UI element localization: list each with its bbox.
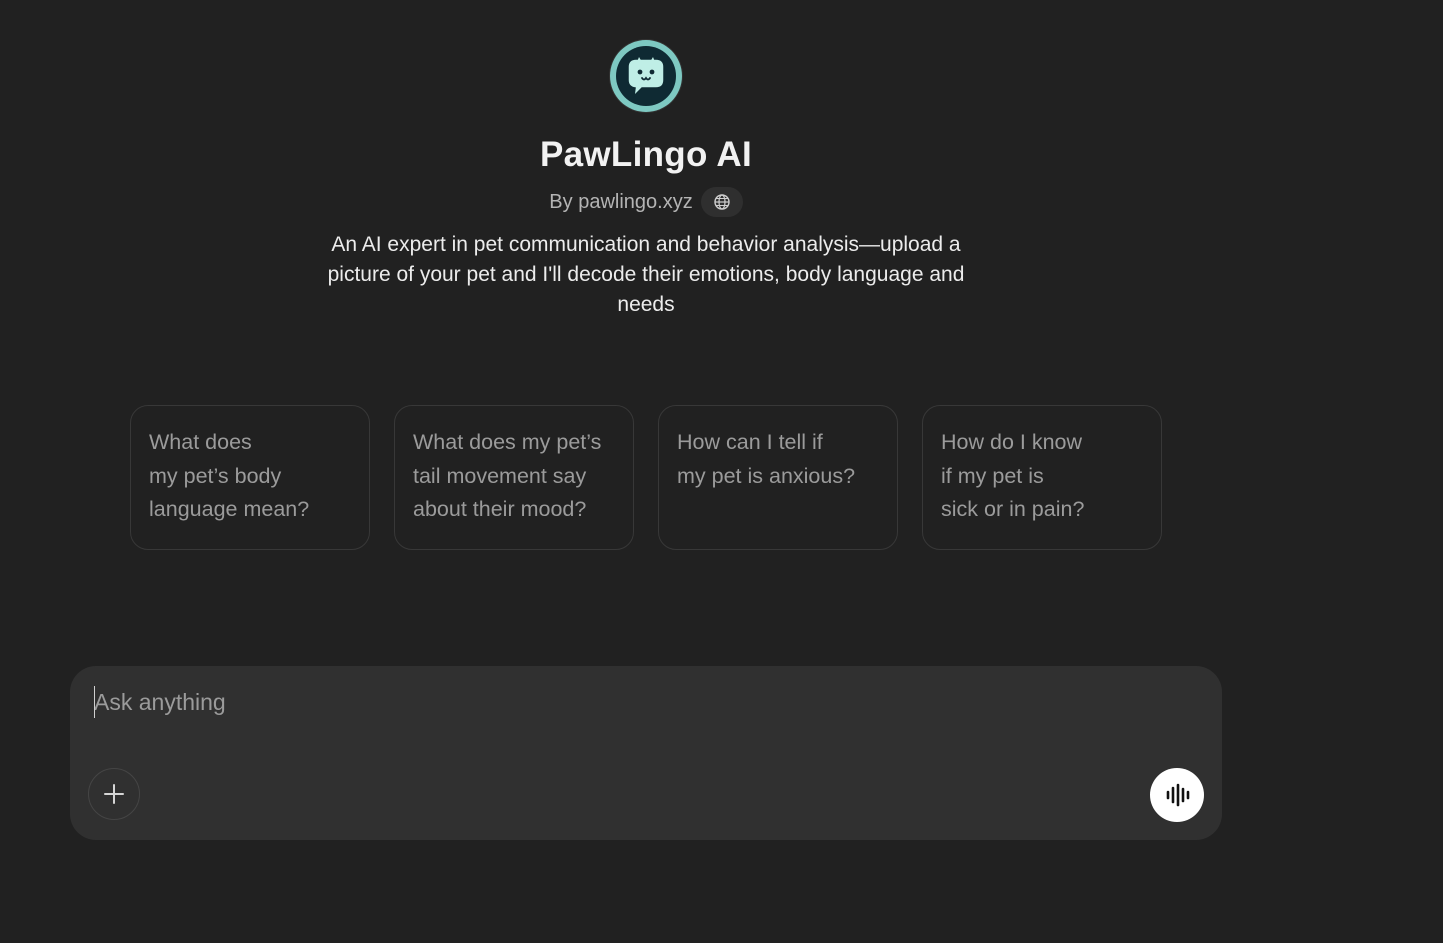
message-composer xyxy=(70,666,1222,840)
attach-button[interactable] xyxy=(88,768,140,820)
conversation-starters: What does my pet’s body language mean? W… xyxy=(130,405,1162,550)
gpt-avatar xyxy=(610,40,682,112)
voice-mode-button[interactable] xyxy=(1150,768,1204,822)
starter-sick-or-pain[interactable]: How do I know if my pet is sick or in pa… xyxy=(922,405,1162,550)
starter-anxious[interactable]: How can I tell if my pet is anxious? xyxy=(658,405,898,550)
voice-waveform-icon xyxy=(1166,783,1190,807)
message-input[interactable] xyxy=(94,682,1094,722)
gpt-byline: By pawlingo.xyz xyxy=(549,186,743,218)
globe-icon xyxy=(714,194,730,210)
gpt-description: An AI expert in pet communication and be… xyxy=(327,233,965,316)
starter-body-language[interactable]: What does my pet’s body language mean? xyxy=(130,405,370,550)
plus-icon xyxy=(104,784,124,804)
website-button[interactable] xyxy=(700,187,743,217)
gpt-header: PawLingo AI By pawlingo.xyz An AI expert… xyxy=(0,0,1292,320)
chat-bubble-cat-icon xyxy=(616,46,676,106)
gpt-title: PawLingo AI xyxy=(539,135,752,174)
gpt-author: By pawlingo.xyz xyxy=(549,190,693,213)
text-caret xyxy=(94,686,95,718)
starter-tail-movement[interactable]: What does my pet’s tail movement say abo… xyxy=(394,405,634,550)
